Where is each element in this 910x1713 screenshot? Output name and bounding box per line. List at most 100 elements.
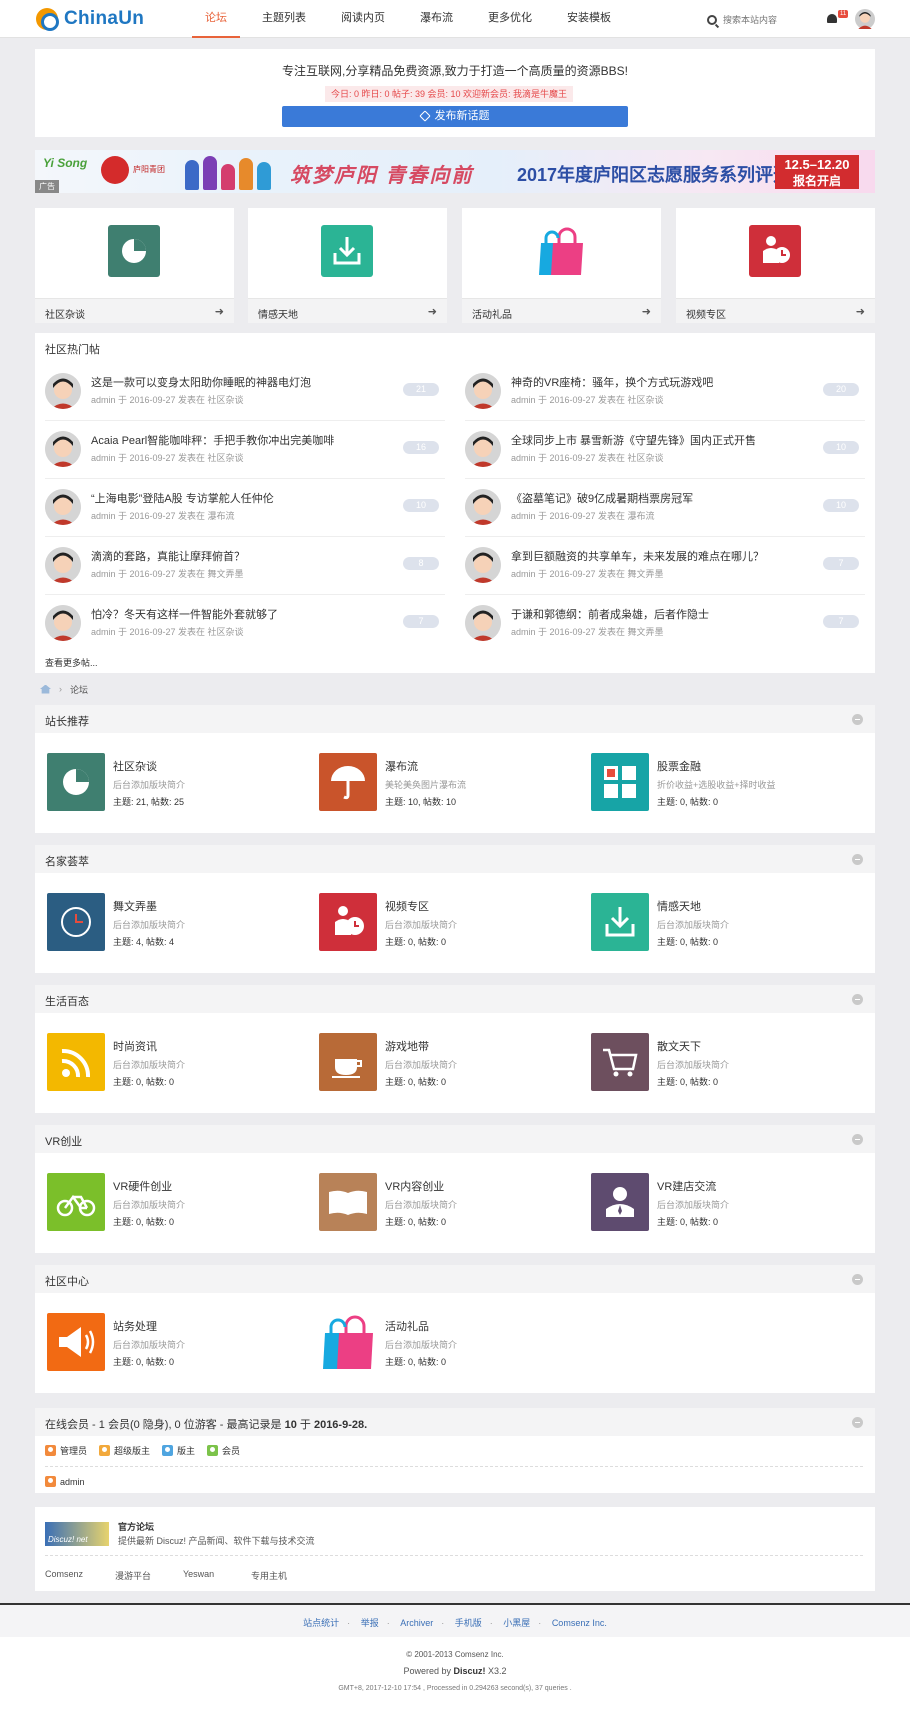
rss-icon[interactable] [47, 1033, 105, 1091]
discuz-logo[interactable]: Discuz! net [45, 1522, 109, 1546]
nav-install-template[interactable]: 安装模板 [554, 0, 624, 38]
forum-item[interactable]: VR内容创业 后台添加版块简介 主题: 0, 帖数: 0 [319, 1173, 589, 1235]
forum-item[interactable]: 瀑布流 美轮美奂图片瀑布流 主题: 10, 帖数: 10 [319, 753, 589, 815]
hot-post-item[interactable]: 滴滴的套路，真能让摩拜俯首？ admin 于 2016-09-27 发表在 舞文弄… [35, 536, 439, 594]
hot-post-title[interactable]: “上海电影”登陆A股 专访掌舵人任仲伦 [91, 490, 274, 506]
nav-more-optimize[interactable]: 更多优化 [475, 0, 545, 38]
new-topic-button[interactable]: 发布新话题 [282, 106, 628, 127]
category-title[interactable]: VR创业 [45, 1133, 82, 1149]
category-title[interactable]: 站长推荐 [45, 713, 89, 729]
pie-chart-icon[interactable] [47, 753, 105, 811]
forum-item[interactable]: 活动礼品 后台添加版块简介 主题: 0, 帖数: 0 [319, 1313, 589, 1375]
clock-person-icon[interactable] [319, 893, 377, 951]
hot-post-title[interactable]: 滴滴的套路，真能让摩拜俯首？ [91, 548, 245, 564]
forum-name[interactable]: VR内容创业 [385, 1178, 444, 1194]
forum-name[interactable]: 舞文弄墨 [113, 898, 157, 914]
hot-post-title[interactable]: 拿到巨额融资的共享单车，未来发展的难点在哪儿？ [511, 548, 764, 564]
forum-item[interactable]: 时尚资讯 后台添加版块简介 主题: 0, 帖数: 0 [47, 1033, 317, 1095]
friend-link-2[interactable]: Yeswan [183, 1569, 214, 1579]
forum-name[interactable]: 情感天地 [657, 898, 701, 914]
nav-forum[interactable]: 论坛 [192, 0, 240, 38]
notification-button[interactable]: 11 [826, 10, 849, 25]
forum-name[interactable]: VR建店交流 [657, 1178, 716, 1194]
forum-name[interactable]: 视频专区 [385, 898, 429, 914]
megaphone-icon[interactable] [47, 1313, 105, 1371]
featured-tile-3[interactable]: 视频专区 ➜ [676, 208, 875, 323]
cart-icon[interactable] [591, 1033, 649, 1091]
hot-post-item[interactable]: 怕冷？冬天有这样一件智能外套就够了 admin 于 2016-09-27 发表在 … [35, 594, 439, 652]
author-avatar[interactable] [45, 489, 81, 525]
search-input[interactable] [723, 15, 813, 25]
category-title[interactable]: 名家荟萃 [45, 853, 89, 869]
collapse-icon[interactable] [852, 1274, 863, 1285]
author-avatar[interactable] [45, 373, 81, 409]
friend-link-1[interactable]: 漫游平台 [115, 1569, 151, 1582]
nav-read-page[interactable]: 阅读内页 [328, 0, 398, 38]
author-avatar[interactable] [465, 489, 501, 525]
user-avatar[interactable] [855, 9, 875, 29]
forum-item[interactable]: 游戏地带 后台添加版块简介 主题: 0, 帖数: 0 [319, 1033, 589, 1095]
umbrella-icon[interactable] [319, 753, 377, 811]
collapse-icon[interactable] [852, 854, 863, 865]
forum-name[interactable]: 站务处理 [113, 1318, 157, 1334]
forum-item[interactable]: 情感天地 后台添加版块简介 主题: 0, 帖数: 0 [591, 893, 861, 955]
author-avatar[interactable] [465, 547, 501, 583]
hot-post-title[interactable]: 全球同步上市 暴雪新游《守望先锋》国内正式开售 [511, 432, 756, 448]
forum-name[interactable]: 散文天下 [657, 1038, 701, 1054]
footer-link-report[interactable]: 举报 [361, 1618, 379, 1628]
featured-tile-2[interactable]: 活动礼品 ➜ [462, 208, 661, 323]
online-user[interactable]: admin [45, 1476, 85, 1487]
forum-item[interactable]: 舞文弄墨 后台添加版块简介 主题: 4, 帖数: 4 [47, 893, 317, 955]
bicycle-icon[interactable] [47, 1173, 105, 1231]
clock-icon[interactable] [47, 893, 105, 951]
featured-tile-0[interactable]: 社区杂谈 ➜ [35, 208, 234, 323]
hot-post-item[interactable]: “上海电影”登陆A股 专访掌舵人任仲伦 admin 于 2016-09-27 发表… [35, 478, 439, 536]
forum-name[interactable]: 股票金融 [657, 758, 701, 774]
featured-tile-1[interactable]: 情感天地 ➜ [248, 208, 447, 323]
footer-link-blackroom[interactable]: 小黑屋 [503, 1618, 530, 1628]
coffee-cup-icon[interactable] [319, 1033, 377, 1091]
forum-name[interactable]: VR硬件创业 [113, 1178, 172, 1194]
author-avatar[interactable] [465, 431, 501, 467]
author-avatar[interactable] [465, 373, 501, 409]
hot-post-item[interactable]: 这是一款可以变身太阳助你睡眠的神器电灯泡 admin 于 2016-09-27 发… [35, 362, 439, 420]
hot-post-title[interactable]: 怕冷？冬天有这样一件智能外套就够了 [91, 606, 278, 622]
shopping-bag-icon[interactable] [319, 1313, 377, 1371]
forum-name[interactable]: 瀑布流 [385, 758, 418, 774]
forum-item[interactable]: 社区杂谈 后台添加版块简介 主题: 21, 帖数: 25 [47, 753, 317, 815]
more-posts-link[interactable]: 查看更多帖... [45, 656, 98, 669]
user-icon[interactable] [591, 1173, 649, 1231]
collapse-icon[interactable] [852, 1417, 863, 1428]
forum-item[interactable]: VR硬件创业 后台添加版块简介 主题: 0, 帖数: 0 [47, 1173, 317, 1235]
book-icon[interactable] [319, 1173, 377, 1231]
hot-post-item[interactable]: 《盗墓笔记》破9亿成暑期档票房冠军 admin 于 2016-09-27 发表在 … [455, 478, 859, 536]
forum-item[interactable]: VR建店交流 后台添加版块简介 主题: 0, 帖数: 0 [591, 1173, 861, 1235]
forum-item[interactable]: 站务处理 后台添加版块简介 主题: 0, 帖数: 0 [47, 1313, 317, 1375]
hot-post-title[interactable]: 于谦和郭德纲：前者成枭雄，后者作隐士 [511, 606, 709, 622]
author-avatar[interactable] [45, 431, 81, 467]
forum-name[interactable]: 社区杂谈 [113, 758, 157, 774]
search-icon[interactable] [707, 15, 717, 25]
home-icon[interactable] [40, 684, 51, 694]
forum-item[interactable]: 视频专区 后台添加版块简介 主题: 0, 帖数: 0 [319, 893, 589, 955]
friend-link-3[interactable]: 专用主机 [251, 1569, 287, 1582]
site-logo[interactable]: ChinaUn [36, 8, 144, 31]
category-title[interactable]: 社区中心 [45, 1273, 89, 1289]
author-avatar[interactable] [45, 605, 81, 641]
forum-item[interactable]: 散文天下 后台添加版块简介 主题: 0, 帖数: 0 [591, 1033, 861, 1095]
hot-post-item[interactable]: 于谦和郭德纲：前者成枭雄，后者作隐士 admin 于 2016-09-27 发表在… [455, 594, 859, 652]
download-icon[interactable] [591, 893, 649, 951]
footer-link-comsenz[interactable]: Comsenz Inc. [552, 1618, 607, 1628]
breadcrumb-current[interactable]: 论坛 [70, 683, 88, 696]
nav-topic-list[interactable]: 主题列表 [249, 0, 319, 38]
grid-icon[interactable] [591, 753, 649, 811]
hot-post-item[interactable]: 拿到巨额融资的共享单车，未来发展的难点在哪儿？ admin 于 2016-09-2… [455, 536, 859, 594]
forum-item[interactable]: 股票金融 折价收益+选股收益+择时收益 主题: 0, 帖数: 0 [591, 753, 861, 815]
discuz-link[interactable]: Discuz! [454, 1666, 486, 1676]
hot-post-item[interactable]: 全球同步上市 暴雪新游《守望先锋》国内正式开售 admin 于 2016-09-2… [455, 420, 859, 478]
nav-waterfall[interactable]: 瀑布流 [407, 0, 466, 38]
hot-post-title[interactable]: Acaia Pearl智能咖啡秤：手把手教你冲出完美咖啡 [91, 432, 334, 448]
footer-link-archiver[interactable]: Archiver [400, 1618, 433, 1628]
official-forum-link[interactable]: 官方论坛 [118, 1520, 154, 1533]
forum-name[interactable]: 活动礼品 [385, 1318, 429, 1334]
